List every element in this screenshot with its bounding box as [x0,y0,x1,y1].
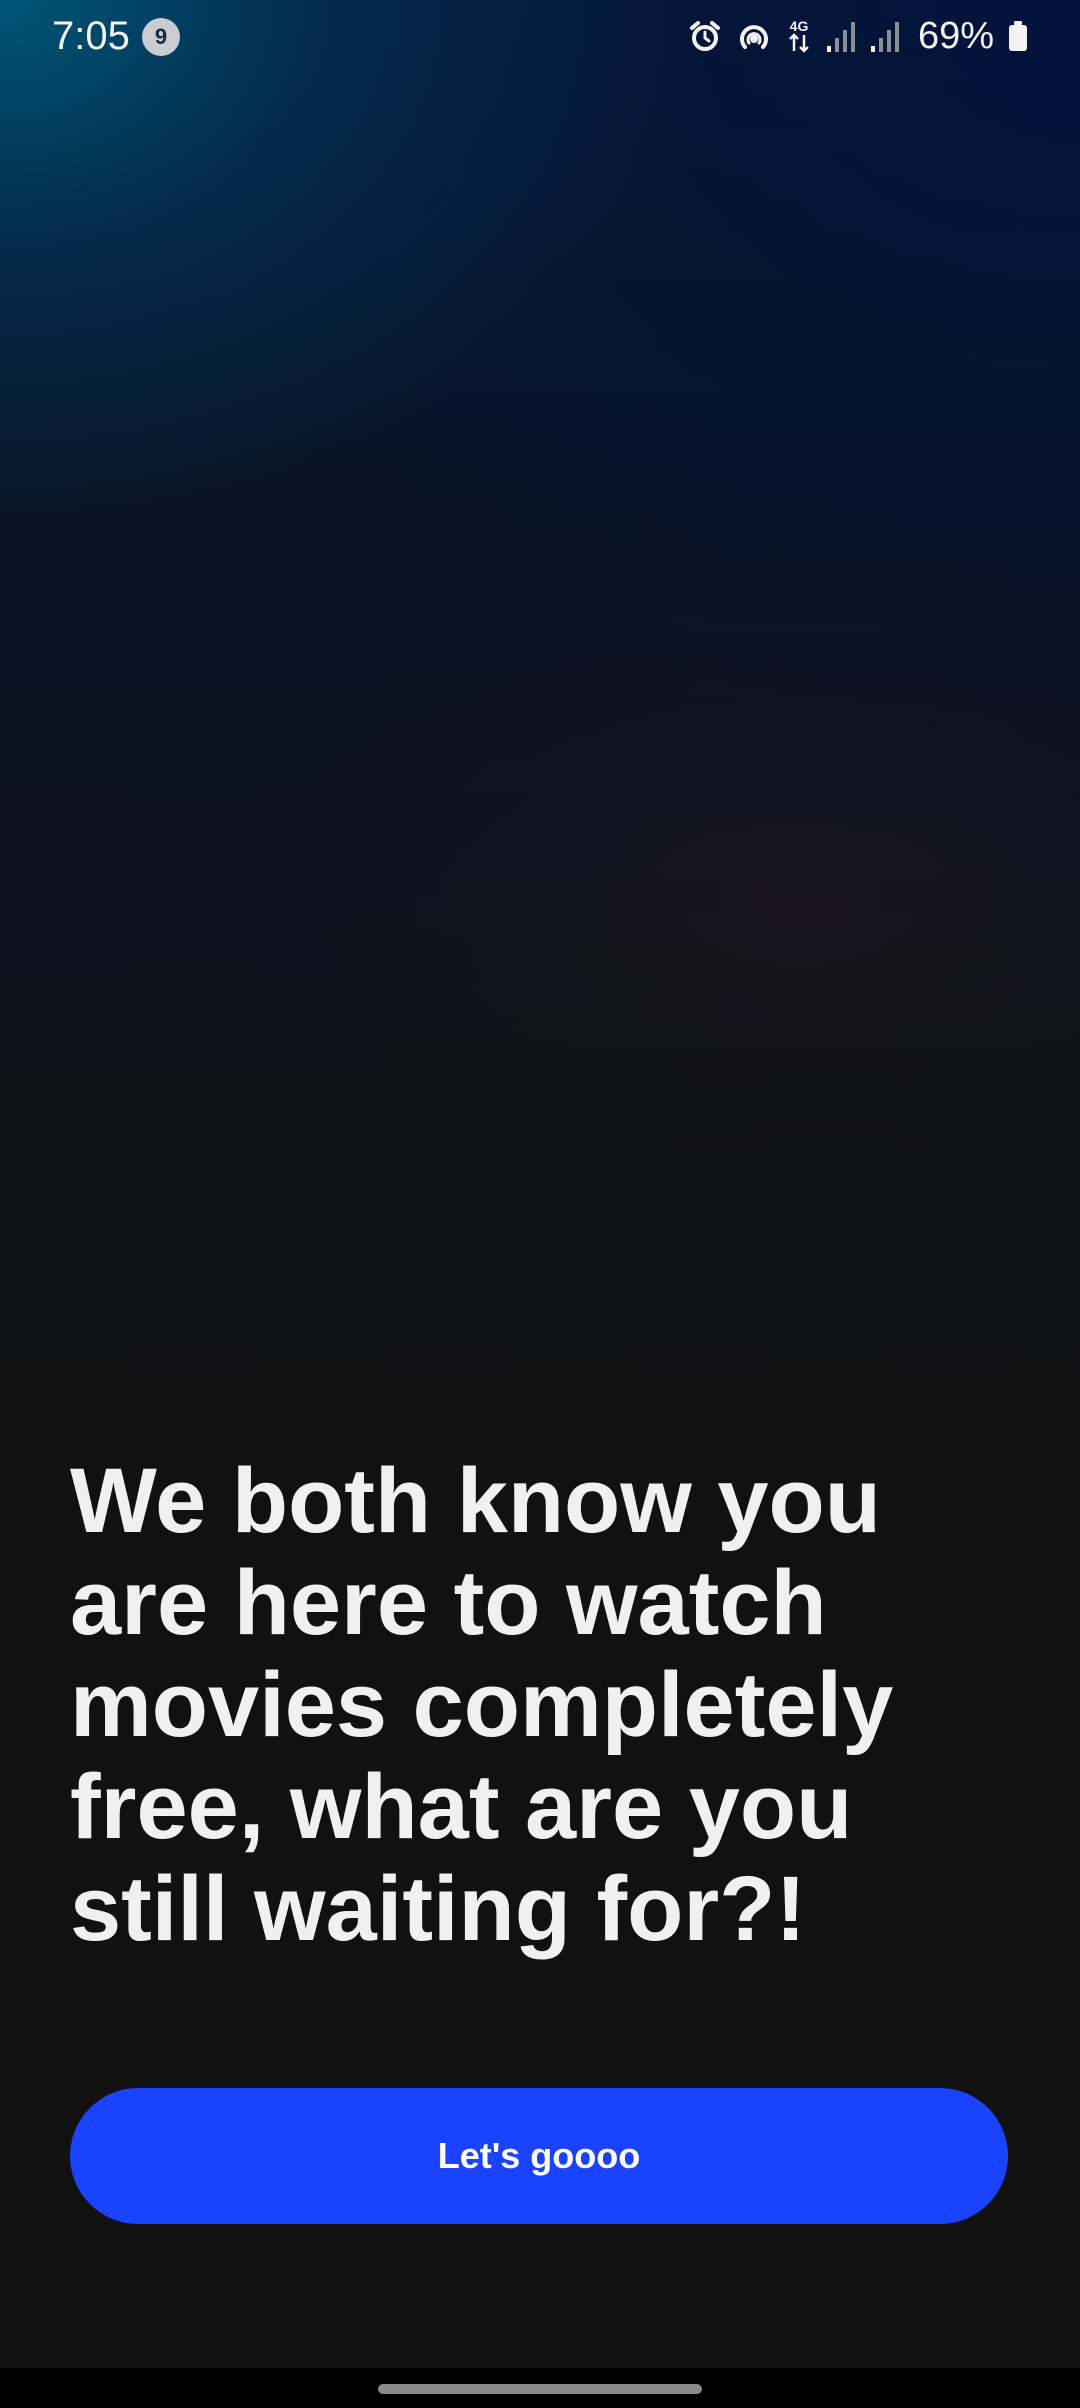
status-bar: 7:05 9 4G 69% [0,0,1080,72]
battery-icon [1008,20,1028,52]
data-arrows-icon: 4G [786,17,812,55]
signal-icon [870,20,900,52]
alarm-icon [688,19,722,53]
status-icons: 4G 69% [688,14,1028,58]
notification-count-badge: 9 [142,18,180,56]
home-indicator[interactable] [378,2384,702,2394]
hotspot-icon [736,19,772,53]
status-time: 7:05 [52,14,130,58]
onboarding-screen: 7:05 9 4G 69% We both know you are here … [0,0,1080,2408]
background-gradient [0,0,1080,1400]
onboarding-headline: We both know you are here to watch movie… [70,1450,894,1960]
navigation-bar [0,2368,1080,2408]
signal-icon [826,20,856,52]
battery-percentage: 69% [917,15,994,57]
network-type-label: 4G [790,18,809,34]
lets-go-button[interactable]: Let's goooo [70,2088,1008,2224]
